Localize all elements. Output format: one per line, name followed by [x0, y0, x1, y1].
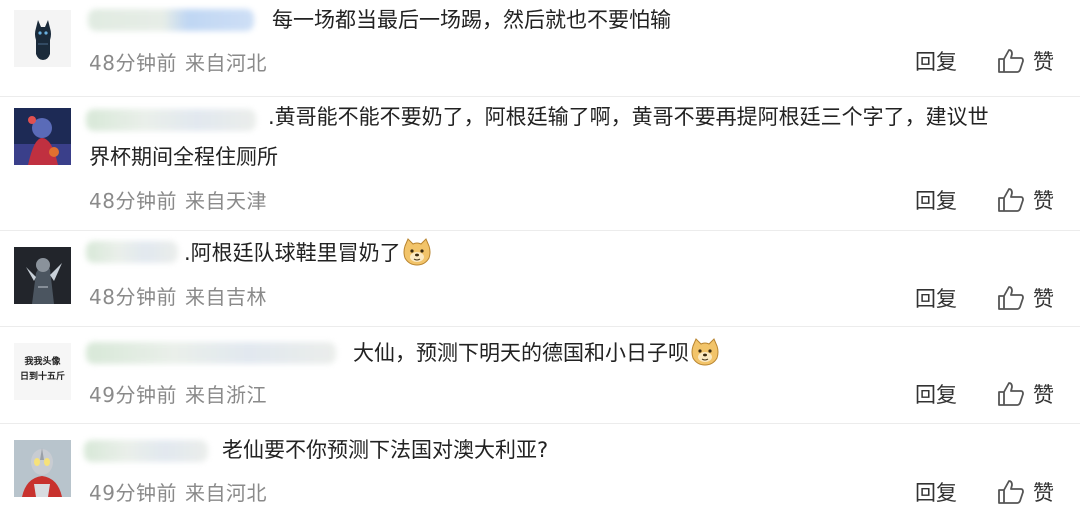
like-label: 赞 — [1033, 189, 1054, 213]
reply-button[interactable]: 回复 — [915, 379, 957, 409]
avatar-text-line: 我我头像 — [24, 357, 61, 367]
comment-meta: 48分钟前 来自吉林 — [89, 281, 267, 310]
username-blurred[interactable] — [88, 9, 254, 31]
comment-item: .黄哥能不能不要奶了，阿根廷输了啊，黄哥不要再提阿根廷三个字了，建议世 界杯期间… — [0, 97, 1080, 230]
thumbs-up-icon — [998, 49, 1024, 73]
comment-meta: 48分钟前 来自河北 — [89, 47, 267, 76]
comment-item: 我我头像 日到十五斤 大仙，预测下明天的德国和小日子呗 49分钟前 来自浙江 回复… — [0, 327, 1080, 423]
like-label: 赞 — [1033, 50, 1054, 74]
username-blurred[interactable] — [86, 109, 256, 131]
like-label: 赞 — [1033, 287, 1054, 311]
comment-text-body: 大仙，预测下明天的德国和小日子呗 — [353, 341, 689, 365]
like-button[interactable]: 赞 — [997, 46, 1054, 76]
avatar[interactable]: 我我头像 日到十五斤 — [14, 343, 71, 400]
comment-item: .阿根廷队球鞋里冒奶了 48分钟前 来自吉林 回复 赞 — [0, 231, 1080, 326]
comment-text-continued: 界杯期间全程住厕所 — [89, 145, 278, 169]
comment-meta: 49分钟前 来自浙江 — [89, 379, 267, 408]
thumbs-up-icon — [998, 382, 1024, 406]
like-button[interactable]: 赞 — [997, 379, 1054, 409]
avatar[interactable] — [14, 440, 71, 497]
comment-item: 老仙要不你预测下法国对澳大利亚? 49分钟前 来自河北 回复 赞 — [0, 424, 1080, 518]
thumbs-up-icon — [998, 480, 1024, 504]
like-button[interactable]: 赞 — [997, 283, 1054, 313]
comment-text: .阿根廷队球鞋里冒奶了 — [184, 233, 432, 274]
reply-button[interactable]: 回复 — [915, 283, 957, 313]
like-label: 赞 — [1033, 481, 1054, 505]
anime-avatar-icon — [14, 108, 71, 165]
ultraman-avatar-icon — [14, 440, 71, 497]
comment-time: 49分钟前 — [89, 383, 177, 407]
comment-location: 来自河北 — [184, 481, 267, 505]
comment-text: 老仙要不你预测下法国对澳大利亚? — [222, 438, 549, 462]
comment-text: 每一场都当最后一场踢，然后就也不要怕输 — [272, 8, 671, 32]
avatar[interactable] — [14, 247, 71, 304]
comment-text-body: .阿根廷队球鞋里冒奶了 — [184, 241, 401, 265]
cat-avatar-icon — [14, 10, 71, 67]
like-button[interactable]: 赞 — [997, 185, 1054, 215]
username-blurred[interactable] — [86, 241, 178, 263]
username-blurred[interactable] — [86, 342, 336, 364]
comment-location: 来自河北 — [184, 51, 267, 75]
avatar-text-line: 日到十五斤 — [19, 372, 65, 382]
text-avatar-icon: 我我头像 日到十五斤 — [14, 343, 71, 400]
comment-text: 大仙，预测下明天的德国和小日子呗 — [353, 333, 720, 374]
doge-emoji-icon — [403, 238, 431, 266]
reply-button[interactable]: 回复 — [915, 477, 957, 507]
dark-character-avatar-icon — [14, 247, 71, 304]
comment-time: 49分钟前 — [89, 481, 177, 505]
reply-button[interactable]: 回复 — [915, 185, 957, 215]
comment-time: 48分钟前 — [89, 51, 177, 75]
thumbs-up-icon — [998, 286, 1024, 310]
comment-time: 48分钟前 — [89, 189, 177, 213]
doge-emoji-icon — [691, 338, 719, 366]
reply-button[interactable]: 回复 — [915, 46, 957, 76]
like-label: 赞 — [1033, 383, 1054, 407]
avatar[interactable] — [14, 108, 71, 165]
comment-meta: 49分钟前 来自河北 — [89, 477, 267, 506]
comment-item: 每一场都当最后一场踢，然后就也不要怕输 48分钟前 来自河北 回复 赞 — [0, 0, 1080, 96]
comment-meta: 48分钟前 来自天津 — [89, 185, 267, 214]
comment-location: 来自浙江 — [184, 383, 267, 407]
username-blurred[interactable] — [84, 440, 208, 462]
avatar[interactable] — [14, 10, 71, 67]
comment-time: 48分钟前 — [89, 285, 177, 309]
comment-location: 来自吉林 — [184, 285, 267, 309]
comment-text: .黄哥能不能不要奶了，阿根廷输了啊，黄哥不要再提阿根廷三个字了，建议世 — [268, 105, 989, 129]
like-button[interactable]: 赞 — [997, 477, 1054, 507]
comment-location: 来自天津 — [184, 189, 267, 213]
thumbs-up-icon — [998, 188, 1024, 212]
